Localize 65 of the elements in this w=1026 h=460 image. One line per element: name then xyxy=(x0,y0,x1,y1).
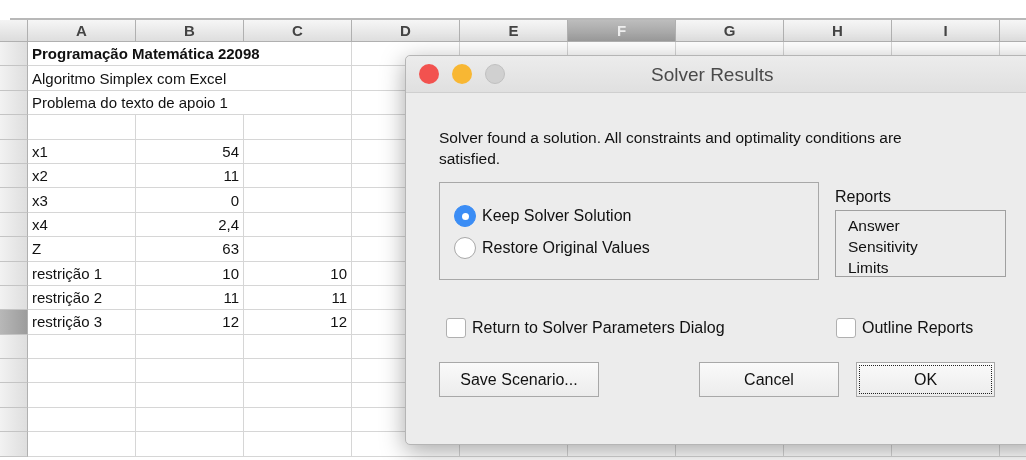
table-cell: 12 xyxy=(244,310,352,335)
table-cell: 54 xyxy=(136,139,244,164)
row-header[interactable] xyxy=(0,237,28,262)
row-header[interactable] xyxy=(0,66,28,91)
table-cell: 63 xyxy=(136,237,244,262)
dialog-button[interactable]: OK xyxy=(856,362,995,397)
row-header[interactable] xyxy=(0,407,28,433)
cell-text: Problema do texto de apoio 1 xyxy=(32,93,228,111)
column-header[interactable]: E xyxy=(460,20,568,42)
column-header[interactable]: H xyxy=(784,20,892,42)
reports-label: Reports xyxy=(835,188,893,206)
row-header[interactable] xyxy=(0,188,28,213)
list-item[interactable]: Answer xyxy=(848,215,993,236)
dialog-button[interactable]: Cancel xyxy=(699,362,839,397)
table-cell: 11 xyxy=(136,163,244,189)
radio-option[interactable]: Restore Original Values xyxy=(454,237,818,259)
table-cell: 0 xyxy=(136,188,244,213)
row-header[interactable] xyxy=(0,334,28,360)
minimize-icon[interactable] xyxy=(452,64,472,84)
list-item[interactable]: Sensitivity xyxy=(848,236,993,257)
table-cell: restrição 3 xyxy=(28,310,136,335)
table-cell: 12 xyxy=(136,310,244,335)
row-header[interactable] xyxy=(0,261,28,286)
column-header[interactable]: G xyxy=(676,20,784,42)
column-header[interactable]: D xyxy=(352,20,460,42)
table-cell: x4 xyxy=(28,212,136,238)
table-cell: x1 xyxy=(28,139,136,164)
row-header[interactable] xyxy=(0,115,28,140)
checkbox-option[interactable]: Outline Reports xyxy=(836,318,974,338)
table-cell: 11 xyxy=(244,285,352,311)
select-all-corner[interactable] xyxy=(0,20,28,42)
row-header[interactable] xyxy=(0,359,28,384)
column-header[interactable]: B xyxy=(136,20,244,42)
radio-option[interactable]: Keep Solver Solution xyxy=(454,205,818,227)
list-item[interactable]: Limits xyxy=(848,257,993,278)
window-title: Solver Results xyxy=(651,64,774,86)
row-header[interactable] xyxy=(0,310,28,335)
column-header[interactable]: C xyxy=(244,20,352,42)
cell-text: Algoritmo Simplex com Excel xyxy=(32,69,227,87)
reports-list[interactable]: Answer Sensitivity Limits xyxy=(835,210,1006,277)
row-header[interactable] xyxy=(0,432,28,457)
cell-text: Programação Matemática 22098 xyxy=(32,45,260,63)
row-header[interactable] xyxy=(0,42,28,67)
row-header[interactable] xyxy=(0,212,28,238)
table-cell: 11 xyxy=(136,285,244,311)
table-cell: 2,4 xyxy=(136,212,244,238)
column-header[interactable]: A xyxy=(28,20,136,42)
close-icon[interactable] xyxy=(419,64,439,84)
zoom-icon[interactable] xyxy=(485,64,505,84)
table-cell: x2 xyxy=(28,163,136,189)
column-header[interactable]: I xyxy=(892,20,1000,42)
table-cell: 10 xyxy=(244,261,352,286)
message-text: Solver found a solution. All constraints and optimality conditions are satisfied. xyxy=(439,128,903,169)
row-header[interactable] xyxy=(0,90,28,116)
row-header[interactable] xyxy=(0,285,28,311)
table-cell: restrição 1 xyxy=(28,261,136,286)
dialog-button[interactable]: Save Scenario... xyxy=(439,362,599,397)
table-cell: restrição 2 xyxy=(28,285,136,311)
row-header[interactable] xyxy=(0,383,28,408)
table-cell: x3 xyxy=(28,188,136,213)
table-cell: 10 xyxy=(136,261,244,286)
table-cell: Z xyxy=(28,237,136,262)
row-header[interactable] xyxy=(0,163,28,189)
row-header[interactable] xyxy=(0,139,28,164)
checkbox-option[interactable]: Return to Solver Parameters Dialog xyxy=(439,318,836,338)
